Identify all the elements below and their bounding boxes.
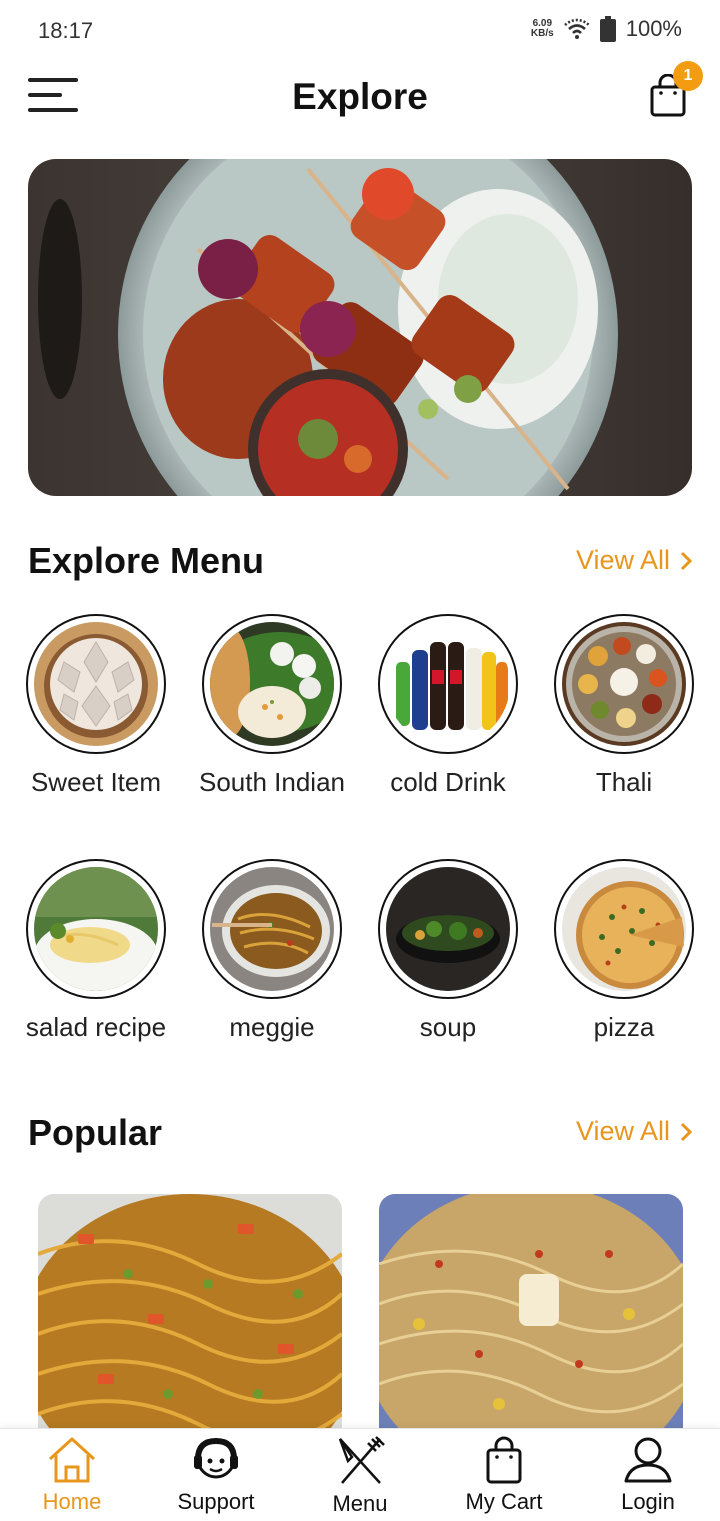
nav-support[interactable]: Support <box>144 1429 288 1521</box>
nav-my-cart[interactable]: My Cart <box>432 1429 576 1521</box>
category-image-frame <box>554 859 694 999</box>
category-image-frame <box>554 614 694 754</box>
category-label: salad recipe <box>25 1012 167 1042</box>
sweets-image <box>34 622 158 746</box>
category-image-frame <box>26 614 166 754</box>
nav-label: Support <box>177 1489 255 1514</box>
app-header: Explore <box>0 60 720 140</box>
category-pizza[interactable]: pizza <box>538 859 710 1043</box>
page-title: Explore <box>292 76 428 117</box>
nav-home[interactable]: Home <box>0 1429 144 1521</box>
cart-count-badge: 1 <box>673 61 703 91</box>
user-icon <box>624 1437 672 1483</box>
cheese-noodles-image <box>379 1194 683 1434</box>
category-cold-drink[interactable]: cold Drink <box>362 614 534 798</box>
status-bar: 18:17 6.09 KB/s 100% <box>0 0 720 60</box>
noodles-image <box>210 867 334 991</box>
battery-icon <box>599 16 616 42</box>
fork-knife-icon <box>338 1436 385 1484</box>
category-label: Thali <box>595 767 653 797</box>
popular-item-card[interactable] <box>379 1194 683 1434</box>
category-label: cold Drink <box>390 767 506 797</box>
status-time: 18:17 <box>38 18 94 43</box>
nav-menu[interactable]: Menu <box>288 1429 432 1521</box>
category-label: soup <box>419 1012 477 1042</box>
hero-banner-image[interactable] <box>28 159 692 496</box>
nav-login[interactable]: Login <box>576 1429 720 1521</box>
battery-percent: 100% <box>625 16 682 41</box>
chevron-right-icon <box>680 1122 692 1141</box>
home-icon <box>48 1437 96 1483</box>
view-all-label: View All <box>575 545 670 575</box>
category-label: meggie <box>229 1012 315 1042</box>
explore-menu-view-all-link[interactable]: View All <box>576 545 692 576</box>
network-speed: 6.09 KB/s <box>531 19 554 39</box>
category-image-frame <box>26 859 166 999</box>
category-meggie[interactable]: meggie <box>186 859 358 1043</box>
category-label: pizza <box>593 1012 655 1042</box>
popular-title: Popular <box>28 1112 163 1153</box>
category-salad-recipe[interactable]: salad recipe <box>10 859 182 1043</box>
kebab-plate-image <box>28 159 692 496</box>
nav-label: Menu <box>332 1491 388 1516</box>
chevron-right-icon <box>680 551 692 570</box>
salad-image <box>34 867 158 991</box>
bottom-navigation: Home Support Menu My Cart Login <box>0 1428 720 1521</box>
wifi-icon <box>563 18 590 39</box>
popular-view-all-link[interactable]: View All <box>576 1116 692 1147</box>
shopping-bag-icon <box>486 1436 522 1484</box>
popular-item-card[interactable] <box>38 1194 342 1434</box>
nav-label: Login <box>621 1489 675 1514</box>
network-speed-unit: KB/s <box>530 28 554 39</box>
category-image-frame <box>378 859 518 999</box>
category-thali[interactable]: Thali <box>538 614 710 798</box>
masala-noodles-image <box>38 1194 342 1434</box>
view-all-label: View All <box>575 1116 670 1146</box>
support-agent-icon <box>194 1437 238 1479</box>
pizza-image <box>562 867 686 991</box>
nav-label: My Cart <box>465 1489 543 1514</box>
category-label: Sweet Item <box>30 767 162 797</box>
category-image-frame <box>202 614 342 754</box>
status-icons: 6.09 KB/s 100% <box>531 16 682 42</box>
category-soup[interactable]: soup <box>362 859 534 1043</box>
nav-label: Home <box>42 1489 102 1514</box>
category-label: South Indian <box>198 767 345 797</box>
cold-drinks-image <box>386 622 510 746</box>
category-sweet-item[interactable]: Sweet Item <box>10 614 182 798</box>
category-image-frame <box>378 614 518 754</box>
category-image-frame <box>202 859 342 999</box>
south-indian-image <box>210 622 334 746</box>
soup-image <box>386 867 510 991</box>
category-south-indian[interactable]: South Indian <box>186 614 358 798</box>
explore-menu-title: Explore Menu <box>28 540 265 581</box>
thali-image <box>562 622 686 746</box>
